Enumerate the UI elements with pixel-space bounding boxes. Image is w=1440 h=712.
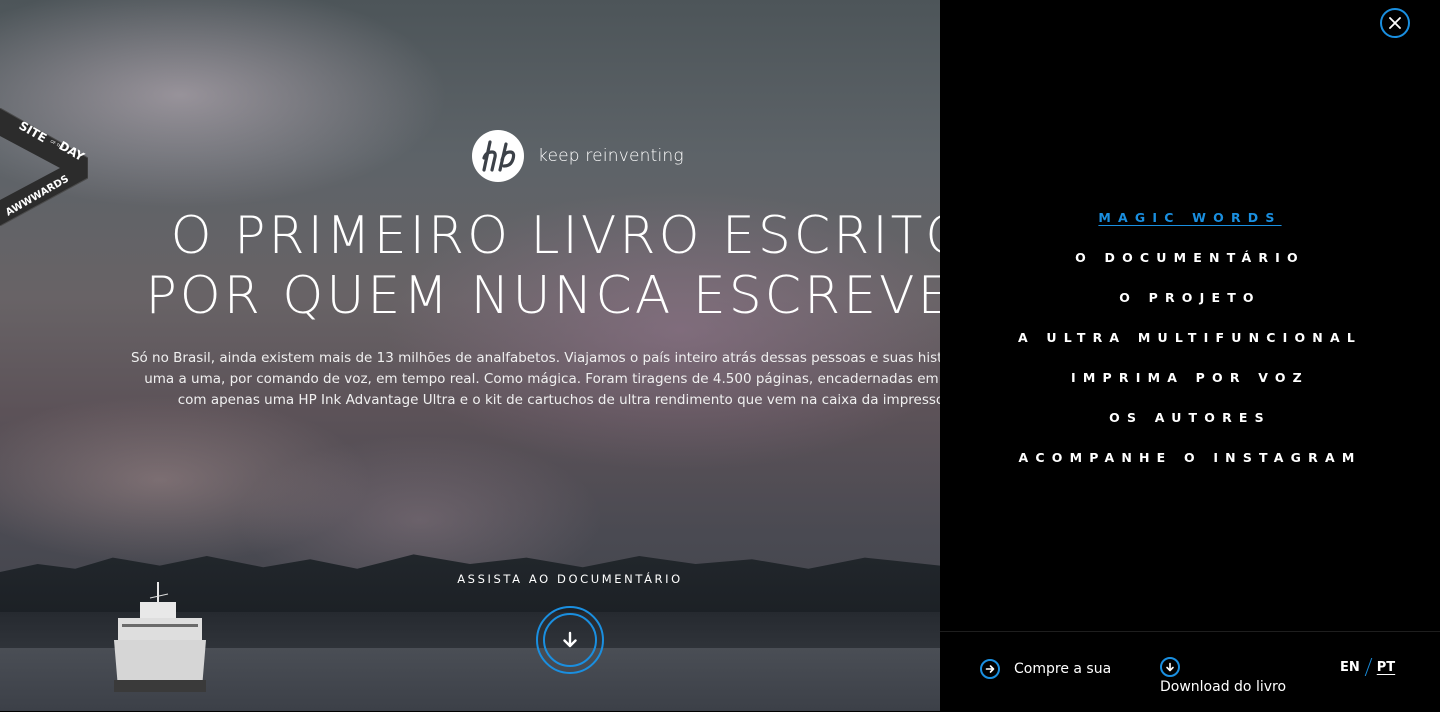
close-icon: [1389, 17, 1401, 29]
menu-panel: MAGIC WORDS O DOCUMENTÁRIO O PROJETO A U…: [940, 0, 1440, 711]
download-book-link[interactable]: Download do livro: [1160, 657, 1286, 695]
arrow-right-circle: [980, 659, 1000, 679]
panel-footer: Compre a sua Download do livro EN PT: [940, 631, 1440, 712]
watch-documentary-label[interactable]: ASSISTA AO DOCUMENTÁRIO: [410, 572, 730, 586]
menu-item-magic-words: MAGIC WORDS: [940, 206, 1440, 246]
menu-link-instagram[interactable]: ACOMPANHE O INSTAGRAM: [1019, 450, 1362, 465]
lang-separator: [1364, 658, 1373, 676]
hp-logo-icon: [472, 130, 524, 182]
boat-image: [114, 582, 206, 692]
language-switcher: EN PT: [1340, 658, 1395, 676]
arrow-down-circle: [1160, 657, 1180, 677]
menu-item-imprima-por-voz: IMPRIMA POR VOZ: [940, 366, 1440, 406]
menu-link-autores[interactable]: OS AUTORES: [1109, 410, 1271, 425]
menu-item-autores: OS AUTORES: [940, 406, 1440, 446]
menu-link-imprima-por-voz[interactable]: IMPRIMA POR VOZ: [1071, 370, 1309, 385]
menu-item-instagram: ACOMPANHE O INSTAGRAM: [940, 446, 1440, 486]
download-label: Download do livro: [1160, 679, 1287, 695]
menu-item-documentario: O DOCUMENTÁRIO: [940, 246, 1440, 286]
buy-label: Compre a sua: [1014, 661, 1112, 677]
download-arrow-icon: [1166, 662, 1174, 672]
lang-pt-link[interactable]: PT: [1377, 660, 1395, 675]
scroll-down-button[interactable]: [536, 606, 604, 674]
menu-link-projeto[interactable]: O PROJETO: [1119, 290, 1261, 305]
menu-item-projeto: O PROJETO: [940, 286, 1440, 326]
main-menu: MAGIC WORDS O DOCUMENTÁRIO O PROJETO A U…: [940, 206, 1440, 486]
brand-tagline: keep reinventing: [538, 146, 684, 166]
menu-link-ultra-multifuncional[interactable]: A ULTRA MULTIFUNCIONAL: [1018, 330, 1362, 345]
menu-item-ultra-multifuncional: A ULTRA MULTIFUNCIONAL: [940, 326, 1440, 366]
menu-link-magic-words[interactable]: MAGIC WORDS: [1098, 210, 1281, 225]
close-menu-button[interactable]: [1380, 8, 1410, 38]
buy-link[interactable]: Compre a sua: [980, 659, 1111, 679]
arrow-right-icon: [985, 665, 995, 673]
lang-en-link[interactable]: EN: [1340, 660, 1360, 675]
scroll-down-inner-ring: [543, 613, 597, 667]
arrow-down-icon: [563, 631, 577, 648]
menu-link-documentario[interactable]: O DOCUMENTÁRIO: [1075, 250, 1305, 265]
hp-brand: keep reinventing: [472, 130, 684, 182]
